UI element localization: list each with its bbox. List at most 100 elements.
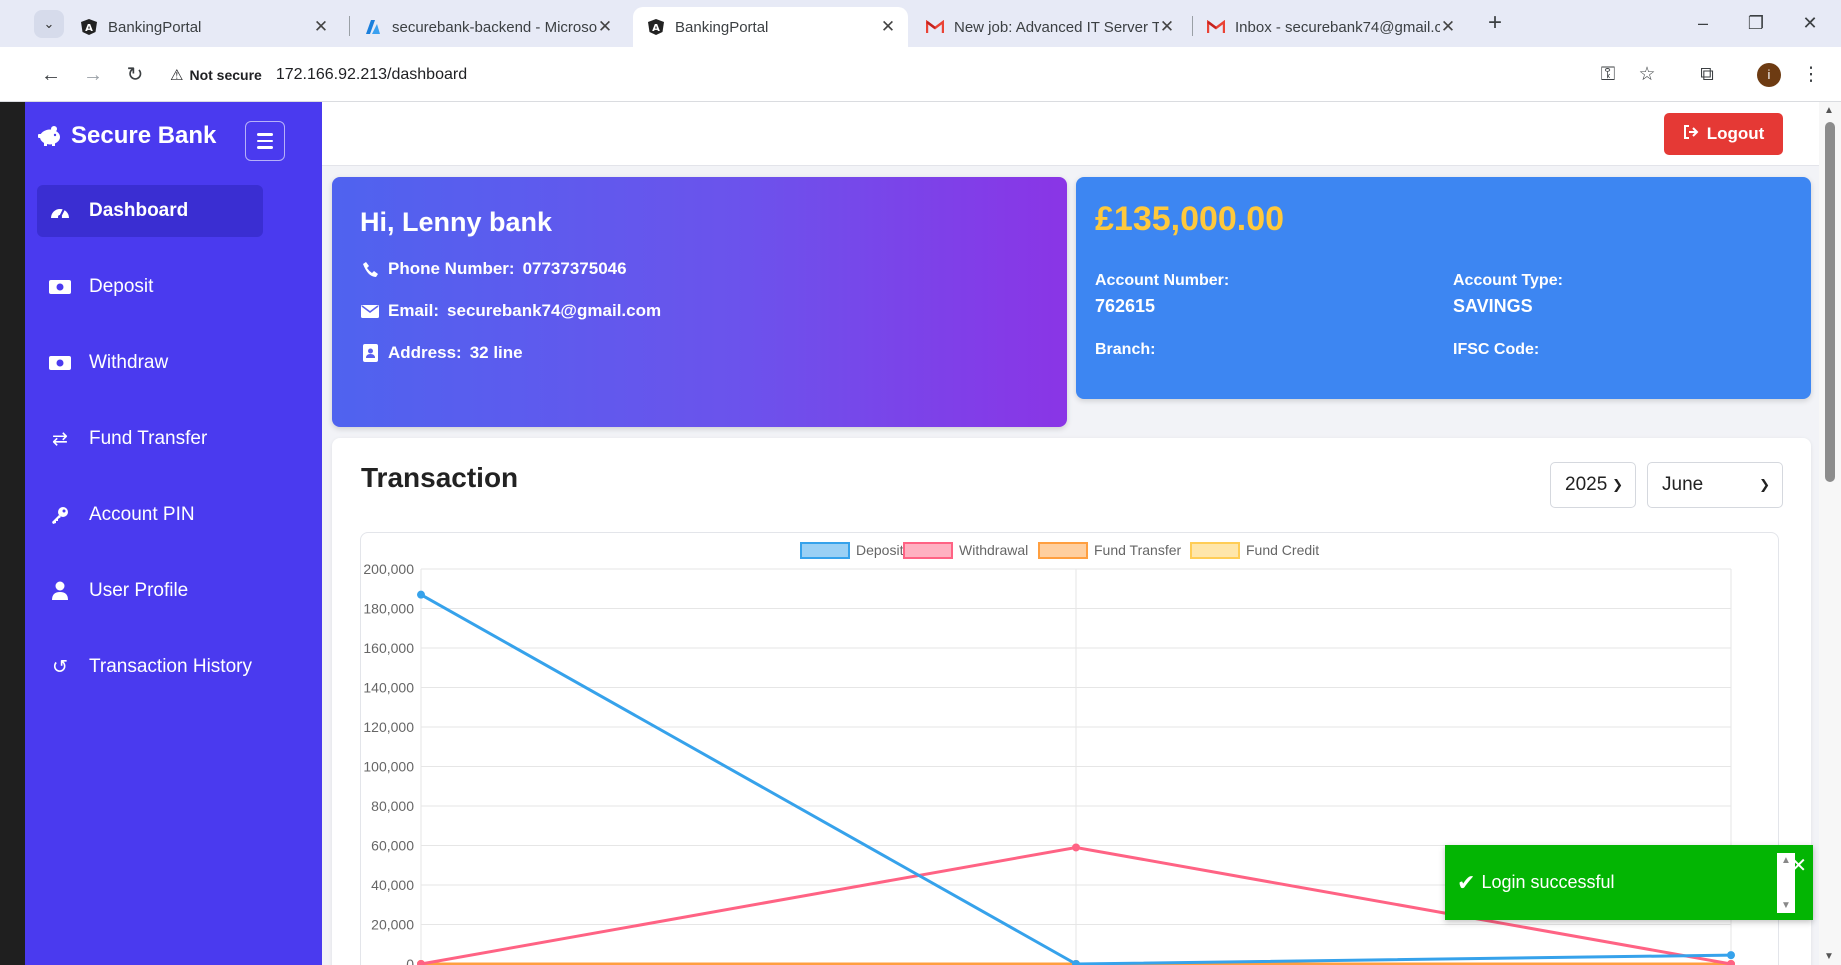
key-icon xyxy=(47,504,73,526)
window-close-icon[interactable]: ✕ xyxy=(1795,8,1825,38)
account-balance: £135,000.00 xyxy=(1095,200,1285,238)
month-select[interactable]: June ❯ xyxy=(1647,462,1783,508)
address-value: 32 line xyxy=(469,343,523,362)
browser-tab-active[interactable]: A BankingPortal ✕ xyxy=(633,7,908,47)
history-icon: ↺ xyxy=(52,656,68,678)
sidebar: Secure Bank Dashboard Deposit Withdraw ⇄… xyxy=(25,102,322,965)
top-navbar: Logout xyxy=(322,102,1819,166)
account-type-label: Account Type: xyxy=(1453,272,1563,289)
legend-label: Withdrawal xyxy=(959,542,1028,558)
minimize-icon[interactable]: – xyxy=(1688,8,1718,38)
scroll-up-arrow-icon[interactable]: ▲ xyxy=(1824,105,1834,116)
email-row: Email: securebank74@gmail.com xyxy=(360,301,661,321)
brand[interactable]: Secure Bank xyxy=(37,122,216,150)
legend-swatch xyxy=(1190,542,1240,559)
tab-search-button[interactable]: ⌄ xyxy=(34,10,64,38)
close-icon[interactable]: ✕ xyxy=(597,17,613,37)
tab-title: BankingPortal xyxy=(675,18,769,36)
browser-toolbar: ← → ↻ ⚠ Not secure 172.166.92.213/dashbo… xyxy=(0,47,1841,102)
year-select[interactable]: 2025 ❯ xyxy=(1550,462,1636,508)
scroll-down-arrow-icon[interactable]: ▼ xyxy=(1824,951,1834,962)
warning-icon: ⚠ xyxy=(170,66,184,84)
money-bill-icon xyxy=(47,352,73,374)
chevron-down-icon: ⌄ xyxy=(43,16,55,31)
azure-icon xyxy=(364,18,382,36)
y-tick-label: 0 xyxy=(406,956,414,965)
tab-title: New job: Advanced IT Server Te xyxy=(954,18,1159,36)
sidebar-menu: Dashboard Deposit Withdraw ⇄ Fund Transf… xyxy=(37,185,263,717)
more-menu-icon[interactable]: ⋮ xyxy=(1797,61,1825,89)
browser-tab[interactable]: New job: Advanced IT Server Te ✕ xyxy=(912,7,1187,47)
profile-avatar[interactable]: i xyxy=(1757,63,1781,87)
close-icon[interactable]: ✕ xyxy=(880,17,896,37)
email-value: securebank74@gmail.com xyxy=(447,301,662,320)
browser-window: ⌄ A BankingPortal ✕ securebank-backend -… xyxy=(0,0,1841,965)
sidebar-item-user-profile[interactable]: User Profile xyxy=(37,565,263,617)
data-point xyxy=(417,960,425,965)
browser-tab[interactable]: securebank-backend - Microsof ✕ xyxy=(350,7,625,47)
page-viewport: Secure Bank Dashboard Deposit Withdraw ⇄… xyxy=(0,102,1841,965)
restore-icon[interactable]: ❐ xyxy=(1741,8,1771,38)
close-icon[interactable]: ✕ xyxy=(313,17,329,37)
bookmark-star-icon[interactable]: ☆ xyxy=(1633,61,1661,89)
menu-toggle-button[interactable] xyxy=(245,121,285,161)
y-tick-label: 80,000 xyxy=(371,798,414,814)
transaction-title: Transaction xyxy=(361,462,519,493)
sidebar-item-account-pin[interactable]: Account PIN xyxy=(37,489,263,541)
y-tick-label: 40,000 xyxy=(371,877,414,893)
sidebar-item-label: Deposit xyxy=(89,276,154,297)
sidebar-item-label: Dashboard xyxy=(89,200,189,221)
address-row: Address: 32 line xyxy=(360,343,523,363)
year-value: 2025 xyxy=(1565,474,1608,495)
toast-message: Login successful xyxy=(1481,872,1615,892)
legend-swatch xyxy=(903,542,953,559)
scroll-down-arrow-icon[interactable]: ▼ xyxy=(1781,900,1791,911)
sidebar-item-deposit[interactable]: Deposit xyxy=(37,261,263,313)
y-tick-label: 140,000 xyxy=(363,680,414,696)
close-icon[interactable]: ✕ xyxy=(1790,853,1807,878)
sidebar-item-withdraw[interactable]: Withdraw xyxy=(37,337,263,389)
piggy-bank-icon xyxy=(38,126,60,146)
address-label: Address: xyxy=(388,343,462,362)
reload-icon[interactable]: ↻ xyxy=(121,61,149,89)
tab-title: BankingPortal xyxy=(108,18,202,36)
sidebar-item-transaction-history[interactable]: ↺ Transaction History xyxy=(37,641,263,693)
checkmark-icon: ✔ xyxy=(1457,869,1476,895)
hamburger-icon xyxy=(257,133,273,136)
page-scrollbar[interactable]: ▲ ▼ xyxy=(1819,102,1841,965)
tab-title: Inbox - securebank74@gmail.c xyxy=(1235,18,1440,36)
security-indicator[interactable]: ⚠ Not secure xyxy=(170,66,262,84)
browser-tab[interactable]: Inbox - securebank74@gmail.c ✕ xyxy=(1193,7,1468,47)
close-icon[interactable]: ✕ xyxy=(1440,17,1456,37)
browser-tab[interactable]: A BankingPortal ✕ xyxy=(66,7,341,47)
sidebar-item-label: User Profile xyxy=(89,580,189,601)
account-number-value: 762615 xyxy=(1095,296,1156,316)
new-tab-button[interactable]: + xyxy=(1482,10,1508,36)
gmail-icon xyxy=(926,18,944,36)
close-icon[interactable]: ✕ xyxy=(1159,17,1175,37)
tab-title: securebank-backend - Microsof xyxy=(392,18,597,36)
password-key-icon[interactable]: ⚿ xyxy=(1594,61,1622,89)
logout-button[interactable]: Logout xyxy=(1664,113,1783,155)
sidebar-item-label: Transaction History xyxy=(89,656,252,677)
legend-swatch xyxy=(1038,542,1088,559)
data-point xyxy=(417,590,425,599)
back-arrow-icon[interactable]: ← xyxy=(37,61,65,89)
money-bill-icon xyxy=(47,276,73,298)
email-label: Email: xyxy=(388,301,440,320)
svg-text:A: A xyxy=(652,23,660,34)
scrollbar-thumb[interactable] xyxy=(1825,122,1835,482)
legend-label: Fund Transfer xyxy=(1094,542,1181,558)
data-point xyxy=(1072,843,1080,852)
url-text[interactable]: 172.166.92.213/dashboard xyxy=(276,66,467,84)
extensions-puzzle-icon[interactable]: ⧉ xyxy=(1693,61,1721,89)
legend-swatch xyxy=(800,542,850,559)
forward-arrow-icon[interactable]: → xyxy=(79,61,107,89)
sidebar-item-fund-transfer[interactable]: ⇄ Fund Transfer xyxy=(37,413,263,465)
address-bar[interactable]: ⚠ Not secure 172.166.92.213/dashboard xyxy=(170,57,1640,92)
brand-name: Secure Bank xyxy=(71,122,217,149)
user-info-card: Hi, Lenny bank Phone Number: 07737375046… xyxy=(332,177,1067,427)
sidebar-item-dashboard[interactable]: Dashboard xyxy=(37,185,263,237)
main-content: Logout Hi, Lenny bank Phone Number: 0773… xyxy=(322,102,1819,965)
chevron-down-icon: ❯ xyxy=(1612,477,1623,492)
